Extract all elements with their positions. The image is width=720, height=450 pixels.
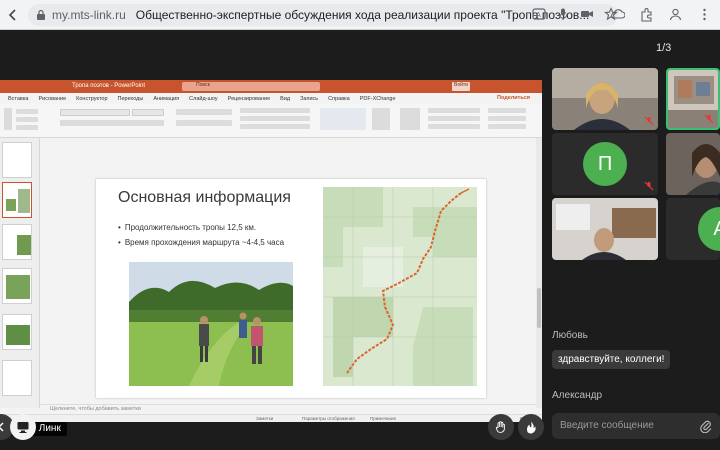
- ppt-tab: Переходы: [117, 95, 144, 102]
- ppt-status-notes: Заметки: [256, 416, 274, 421]
- chat-message-author: Любовь: [552, 330, 588, 341]
- arrow-icon: [0, 422, 4, 432]
- participant-video-tile-active[interactable]: [666, 68, 720, 130]
- mic-off-icon: [644, 116, 654, 126]
- slide-title: Основная информация: [118, 189, 291, 206]
- hiking-photo: [129, 262, 293, 386]
- profile-icon[interactable]: [668, 7, 683, 22]
- meeting-area: 1/3 Тропа поэтов - PowerPoint Поиск Войт…: [0, 30, 720, 450]
- trail-map: [323, 187, 477, 386]
- chat-input-placeholder: Введите сообщение: [560, 420, 654, 431]
- ppt-ribbon: [0, 104, 542, 138]
- ppt-tab: Справка: [328, 95, 350, 102]
- chat-typing-author: Александр: [552, 390, 603, 401]
- mic-off-icon: [644, 181, 654, 191]
- ppt-vertical-scrollbar: [536, 138, 542, 408]
- ppt-tab: Конструктор: [76, 95, 108, 102]
- browser-toolbar: my.mts-link.ru Общественно-экспертные об…: [0, 0, 720, 30]
- site-info-icon[interactable]: [36, 9, 46, 21]
- camera-icon[interactable]: [580, 7, 594, 21]
- ppt-title-bar: Тропа поэтов - PowerPoint Поиск Войти: [0, 80, 542, 93]
- participant-avatar-tile[interactable]: А: [666, 198, 720, 260]
- ppt-tab: Вид: [280, 95, 291, 102]
- microphone-icon[interactable]: [556, 7, 570, 21]
- ppt-tab: Вставка: [8, 95, 29, 102]
- screen-share-button[interactable]: [10, 414, 36, 440]
- flame-icon: [527, 421, 536, 434]
- mic-off-icon: [704, 114, 714, 124]
- ppt-tab: Анимация: [153, 95, 180, 102]
- slide-thumbnail-selected: [2, 182, 32, 218]
- ppt-tab: PDF-XChange: [359, 95, 396, 102]
- participant-video-tile[interactable]: [552, 68, 658, 130]
- translate-icon[interactable]: A: [532, 7, 546, 21]
- cloud-icon[interactable]: [610, 7, 625, 22]
- ppt-status-display: Параметры отображения: [302, 416, 355, 421]
- back-arrow-icon[interactable]: [6, 8, 20, 22]
- slide-thumbnails: [0, 138, 40, 408]
- ppt-tab: Слайд-шоу: [189, 95, 218, 102]
- ppt-tab: Рецензирование: [227, 95, 271, 102]
- extensions-icon[interactable]: [639, 7, 654, 22]
- ppt-signin-button: Войти: [452, 82, 470, 91]
- url-text: my.mts-link.ru: [52, 8, 126, 22]
- slide: Основная информация Продолжительность тр…: [96, 179, 486, 398]
- ppt-tab: Рисование: [38, 95, 67, 102]
- participant-video-tile[interactable]: [552, 198, 658, 260]
- participant-avatar: П: [583, 142, 627, 186]
- ppt-tab: Запись: [300, 95, 319, 102]
- ppt-status-comments: Примечания: [370, 416, 396, 421]
- monitor-icon: [17, 422, 29, 433]
- page-counter: 1/3: [656, 42, 672, 54]
- participant-avatar-tile[interactable]: П: [552, 133, 658, 195]
- hand-icon: [495, 421, 505, 433]
- svg-text:A: A: [536, 12, 541, 19]
- attach-paperclip-icon[interactable]: [700, 419, 712, 433]
- slide-thumbnail: [2, 224, 32, 260]
- participant-video-tile[interactable]: [666, 133, 720, 195]
- page-title: Общественно-экспертные обсуждения хода р…: [135, 8, 590, 22]
- slide-bullet: Время прохождения маршрута ~4-4,5 часа: [118, 235, 284, 250]
- participant-video: [552, 68, 658, 130]
- slide-bullets: Продолжительность тропы 12,5 км. Время п…: [118, 220, 284, 250]
- shared-screen: Тропа поэтов - PowerPoint Поиск Войти Вс…: [0, 80, 542, 422]
- ppt-search-box: Поиск: [182, 82, 320, 91]
- chat-message: здравствуйте, коллеги!: [552, 350, 671, 369]
- participant-video: [666, 133, 720, 195]
- reactions-button[interactable]: [518, 414, 544, 440]
- raise-hand-button[interactable]: [488, 414, 514, 440]
- slide-bullet: Продолжительность тропы 12,5 км.: [118, 220, 284, 235]
- ppt-doc-name: Тропа поэтов - PowerPoint: [72, 83, 145, 89]
- slide-thumbnail: [2, 268, 32, 304]
- ppt-ribbon-tabs: Вставка Рисование Конструктор Переходы А…: [0, 93, 542, 104]
- more-menu-icon[interactable]: [697, 7, 712, 22]
- address-bar[interactable]: my.mts-link.ru Общественно-экспертные об…: [28, 4, 618, 26]
- slide-thumbnail: [2, 142, 32, 178]
- participant-video: [552, 198, 658, 260]
- chat-message-input[interactable]: Введите сообщение: [552, 413, 720, 439]
- screen: my.mts-link.ru Общественно-экспертные об…: [0, 0, 720, 450]
- slide-thumbnail: [2, 314, 32, 350]
- ppt-notes-pane: Щелкните, чтобы добавить заметки: [40, 404, 536, 414]
- ppt-share-button: Поделиться: [496, 95, 530, 101]
- ppt-status-bar: Заметки Параметры отображения Примечания…: [0, 414, 542, 422]
- slide-thumbnail: [2, 360, 32, 396]
- participant-avatar: А: [698, 207, 720, 251]
